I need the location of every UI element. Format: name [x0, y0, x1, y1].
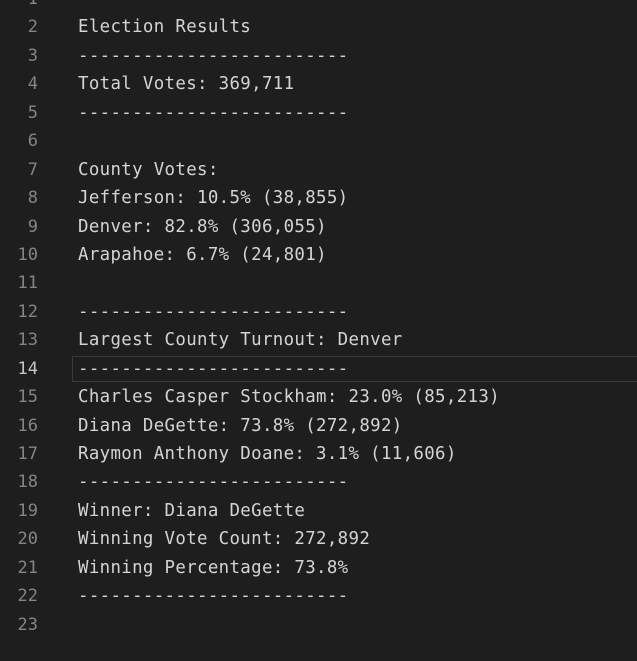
line-number: 6 [27, 131, 38, 152]
line-number: 9 [27, 216, 38, 237]
editor-line[interactable]: 15 Charles Casper Stockham: 23.0% (85,213… [0, 383, 637, 411]
editor-line[interactable]: 17 Raymon Anthony Doane: 3.1% (11,606) [0, 440, 637, 468]
line-number: 19 [17, 500, 38, 521]
line-text: Raymon Anthony Doane: 3.1% (11,606) [78, 444, 457, 464]
editor-line[interactable]: 5 ------------------------- [0, 99, 637, 127]
line-number: 7 [27, 159, 38, 180]
editor-line[interactable]: 16 Diana DeGette: 73.8% (272,892) [0, 412, 637, 440]
editor-line-active[interactable]: 14 ------------------------- [0, 355, 637, 383]
editor-line[interactable]: 2 Election Results [0, 13, 637, 41]
line-number: 11 [17, 273, 38, 294]
line-text: ------------------------- [78, 472, 349, 493]
line-text: ------------------------- [78, 45, 349, 66]
editor-line[interactable]: 19 Winner: Diana DeGette [0, 497, 637, 525]
line-text: Winning Vote Count: 272,892 [78, 529, 371, 550]
line-number: 12 [17, 301, 38, 322]
line-number: 5 [27, 102, 38, 123]
line-text: Winner: Diana DeGette [78, 500, 306, 521]
line-number: 14 [17, 358, 38, 379]
editor-line[interactable]: 18 ------------------------- [0, 468, 637, 496]
editor-line[interactable]: 7 County Votes: [0, 156, 637, 184]
line-number: 1 [0, 0, 38, 13]
line-number: 16 [17, 415, 38, 436]
line-number: 15 [17, 387, 38, 408]
line-number: 18 [17, 472, 38, 493]
line-text: Largest County Turnout: Denver [78, 330, 403, 351]
line-number: 21 [17, 557, 38, 578]
line-text: Total Votes: 369,711 [78, 74, 295, 95]
line-text: ------------------------- [78, 102, 349, 123]
line-number: 10 [17, 244, 38, 265]
editor-line[interactable]: 13 Largest County Turnout: Denver [0, 326, 637, 354]
editor-line[interactable]: 3 ------------------------- [0, 42, 637, 70]
editor-line[interactable]: 8 Jefferson: 10.5% (38,855) [0, 184, 637, 212]
editor-line[interactable]: 10 Arapahoe: 6.7% (24,801) [0, 241, 637, 269]
line-text: ------------------------- [78, 301, 349, 322]
editor-line[interactable]: 6 [0, 127, 637, 155]
line-text: Election Results [78, 17, 252, 38]
line-number: 4 [27, 74, 38, 95]
editor-line[interactable]: 1 [0, 0, 637, 13]
editor-line[interactable]: 4 Total Votes: 369,711 [0, 70, 637, 98]
line-text: ------------------------- [78, 586, 349, 607]
editor-line[interactable]: 21 Winning Percentage: 73.8% [0, 554, 637, 582]
line-number: 8 [27, 188, 38, 209]
editor-line[interactable]: 20 Winning Vote Count: 272,892 [0, 525, 637, 553]
line-number: 23 [17, 614, 38, 635]
line-number: 22 [17, 586, 38, 607]
editor-line[interactable]: 11 [0, 269, 637, 297]
line-number: 20 [17, 529, 38, 550]
line-number: 13 [17, 330, 38, 351]
line-number: 17 [17, 444, 38, 464]
line-text: Denver: 82.8% (306,055) [78, 216, 327, 237]
line-text: Diana DeGette: 73.8% (272,892) [78, 415, 403, 436]
text-editor[interactable]: 1 2 Election Results 3 -------------------… [0, 0, 637, 661]
line-text: ------------------------- [78, 358, 349, 379]
editor-line[interactable]: 23 [0, 611, 637, 639]
editor-lines: 1 2 Election Results 3 -------------------… [0, 0, 637, 639]
line-text: Jefferson: 10.5% (38,855) [78, 188, 349, 209]
line-text: County Votes: [78, 159, 219, 180]
line-number: 3 [27, 45, 38, 66]
editor-line[interactable]: 9 Denver: 82.8% (306,055) [0, 213, 637, 241]
line-text: Winning Percentage: 73.8% [78, 557, 349, 578]
line-number: 2 [27, 17, 38, 38]
editor-line[interactable]: 22 ------------------------- [0, 582, 637, 610]
line-text: Arapahoe: 6.7% (24,801) [78, 244, 327, 265]
line-text: Charles Casper Stockham: 23.0% (85,213) [78, 387, 500, 408]
editor-line[interactable]: 12 ------------------------- [0, 298, 637, 326]
